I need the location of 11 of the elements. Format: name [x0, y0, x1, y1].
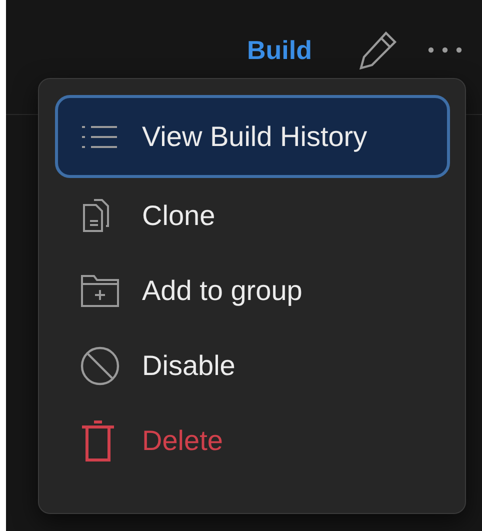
list-icon — [80, 124, 118, 150]
trash-icon — [80, 420, 116, 462]
menu-item[interactable]: View Build History — [55, 95, 450, 178]
menu-item[interactable]: Add to group — [55, 253, 450, 328]
more-icon[interactable] — [428, 47, 462, 53]
menu-item[interactable]: Disable — [55, 328, 450, 403]
folder-plus-icon — [80, 274, 120, 308]
prohibited-icon — [80, 346, 120, 386]
menu-item[interactable]: Clone — [55, 178, 450, 253]
edit-icon[interactable] — [358, 30, 398, 70]
build-label[interactable]: Build — [247, 28, 312, 72]
